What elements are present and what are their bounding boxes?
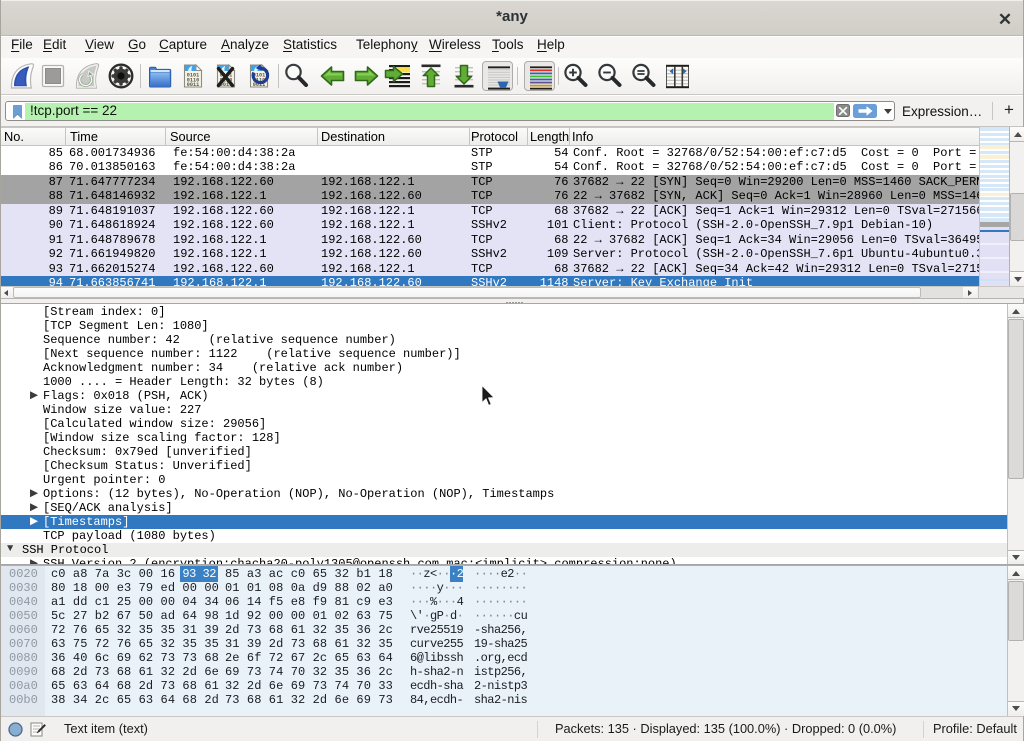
svg-text:0011: 0011: [187, 82, 199, 88]
